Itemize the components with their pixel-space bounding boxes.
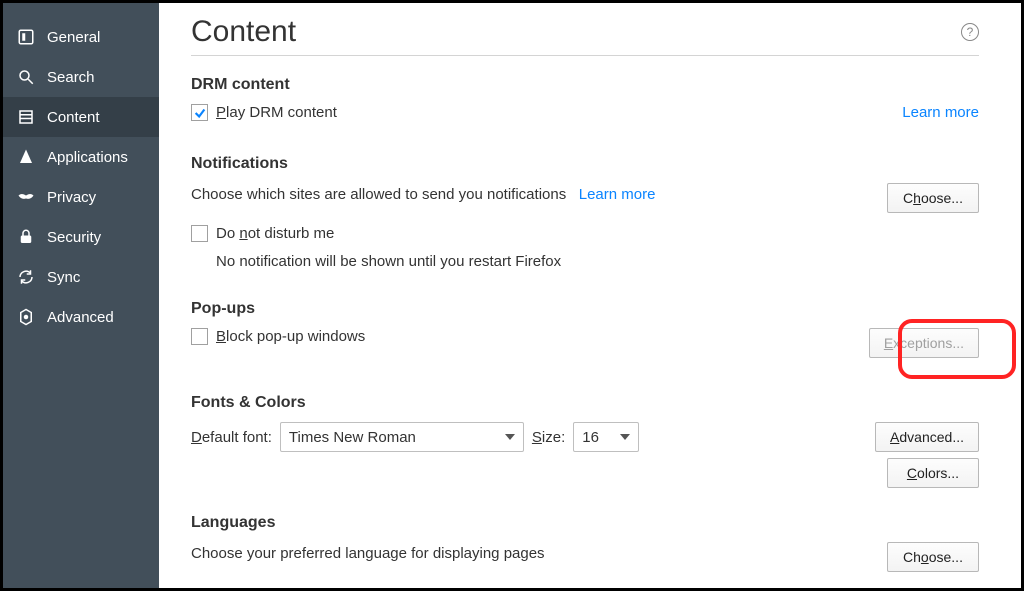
default-font-select[interactable]: Times New Roman <box>280 422 524 452</box>
dnd-note: No notification will be shown until you … <box>216 250 979 274</box>
sidebar-label: Sync <box>47 269 80 286</box>
sidebar-item-sync[interactable]: Sync <box>3 257 159 297</box>
popups-section: Pop-ups Block pop-up windows Exceptions.… <box>191 300 979 358</box>
content-icon <box>15 106 37 128</box>
sidebar-label: General <box>47 29 100 46</box>
play-drm-checkbox[interactable] <box>191 104 208 121</box>
help-icon[interactable]: ? <box>961 23 979 41</box>
sidebar-item-content[interactable]: Content <box>3 97 159 137</box>
languages-desc: Choose your preferred language for displ… <box>191 542 545 566</box>
privacy-icon <box>15 186 37 208</box>
sidebar-label: Privacy <box>47 189 96 206</box>
general-icon <box>15 26 37 48</box>
sync-icon <box>15 266 37 288</box>
font-size-select[interactable]: 16 <box>573 422 639 452</box>
notifications-learn-more-link[interactable]: Learn more <box>579 186 656 203</box>
advanced-icon <box>15 306 37 328</box>
play-drm-label: Play DRM content <box>216 104 337 121</box>
security-icon <box>15 226 37 248</box>
block-popups-label: Block pop-up windows <box>216 328 365 345</box>
notifications-choose-button[interactable]: Choose... <box>887 183 979 213</box>
do-not-disturb-checkbox[interactable] <box>191 225 208 242</box>
default-font-label: Default font: <box>191 429 272 446</box>
exceptions-button[interactable]: Exceptions... <box>869 328 979 358</box>
drm-learn-more-link[interactable]: Learn more <box>902 104 979 121</box>
colors-button[interactable]: Colors... <box>887 458 979 488</box>
size-label: Size: <box>532 429 565 446</box>
section-title: Fonts & Colors <box>191 394 979 412</box>
sidebar-item-security[interactable]: Security <box>3 217 159 257</box>
section-title: Notifications <box>191 155 979 173</box>
notifications-section: Notifications Choose which sites are all… <box>191 155 979 274</box>
sidebar-item-applications[interactable]: Applications <box>3 137 159 177</box>
block-popups-checkbox[interactable] <box>191 328 208 345</box>
search-icon <box>15 66 37 88</box>
section-title: Pop-ups <box>191 300 979 318</box>
fonts-section: Fonts & Colors Default font: Times New R… <box>191 394 979 488</box>
sidebar-item-privacy[interactable]: Privacy <box>3 177 159 217</box>
sidebar-label: Security <box>47 229 101 246</box>
main-content: Content ? DRM content Play DRM content L… <box>159 3 1021 588</box>
sidebar-label: Search <box>47 69 95 86</box>
page-title: Content <box>191 15 296 49</box>
sidebar-item-advanced[interactable]: Advanced <box>3 297 159 337</box>
chevron-down-icon <box>620 434 630 440</box>
languages-choose-button[interactable]: Choose... <box>887 542 979 572</box>
sidebar-label: Content <box>47 109 100 126</box>
sidebar-label: Advanced <box>47 309 114 326</box>
section-title: Languages <box>191 514 979 532</box>
section-title: DRM content <box>191 76 979 94</box>
notifications-desc: Choose which sites are allowed to send y… <box>191 183 655 207</box>
sidebar-item-general[interactable]: General <box>3 17 159 57</box>
sidebar: General Search Content Applications Priv… <box>3 3 159 588</box>
do-not-disturb-label: Do not disturb me <box>216 225 334 242</box>
drm-section: DRM content Play DRM content Learn more <box>191 76 979 129</box>
applications-icon <box>15 146 37 168</box>
chevron-down-icon <box>505 434 515 440</box>
sidebar-label: Applications <box>47 149 128 166</box>
languages-section: Languages Choose your preferred language… <box>191 514 979 576</box>
sidebar-item-search[interactable]: Search <box>3 57 159 97</box>
advanced-fonts-button[interactable]: Advanced... <box>875 422 979 452</box>
